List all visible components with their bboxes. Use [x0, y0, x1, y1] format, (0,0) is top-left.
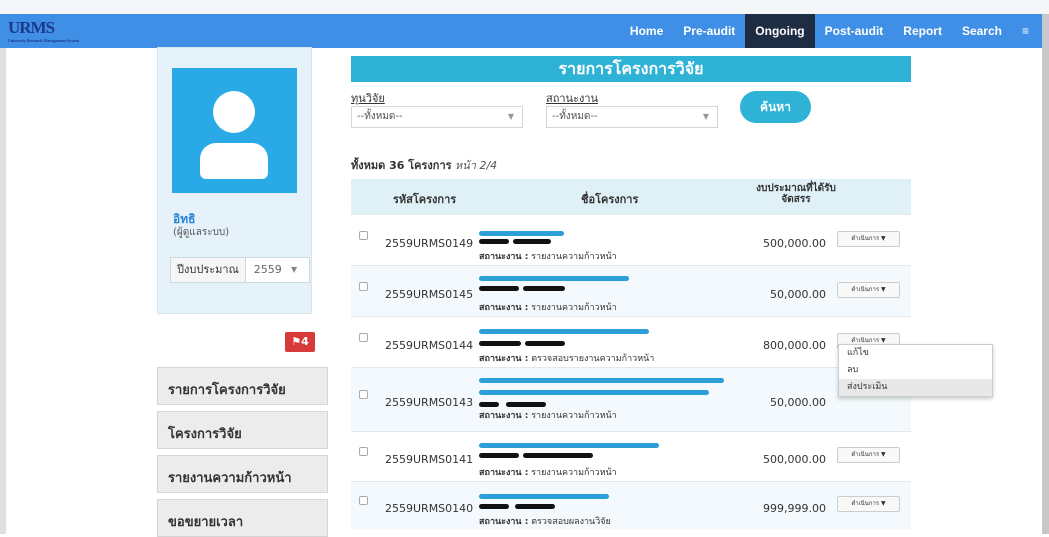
- redacted-text: [506, 402, 546, 407]
- project-budget: 50,000.00: [770, 288, 826, 301]
- table-header: รหัสโครงการ ชื่อโครงการ งบประมาณที่ได้รั…: [351, 179, 911, 214]
- project-status: สถานะงาน : รายงานความก้าวหน้า: [479, 468, 617, 478]
- nav-home[interactable]: Home: [620, 14, 673, 48]
- redacted-text: [479, 453, 519, 458]
- search-button[interactable]: ค้นหา: [740, 91, 811, 123]
- fiscal-year-select[interactable]: ปีงบประมาณ 2559 ▼: [170, 257, 310, 283]
- project-budget: 50,000.00: [770, 396, 826, 409]
- scrollbar[interactable]: [1042, 14, 1049, 534]
- header-code: รหัสโครงการ: [393, 193, 457, 206]
- project-budget: 500,000.00: [763, 237, 826, 250]
- project-status: สถานะงาน : รายงานความก้าวหน้า: [479, 252, 617, 262]
- nav-post-audit[interactable]: Post-audit: [815, 14, 894, 48]
- table-row: 2559URMS0143 สถานะงาน : รายงานความก้าวหน้…: [351, 367, 911, 431]
- project-link[interactable]: [479, 276, 629, 281]
- table-row: 2559URMS0149 สถานะงาน : รายงานความก้าวหน้…: [351, 214, 911, 265]
- action-button[interactable]: ดำเนินการ ▼: [837, 496, 900, 512]
- redacted-text: [513, 239, 551, 244]
- table-row: 2559URMS0141 สถานะงาน : รายงานความก้าวหน้…: [351, 431, 911, 481]
- status-label: สถานะงาน: [546, 92, 599, 105]
- dropdown-delete[interactable]: ลบ: [839, 362, 992, 379]
- project-code: 2559URMS0145: [385, 288, 474, 301]
- row-checkbox[interactable]: [359, 390, 368, 399]
- header-budget: งบประมาณที่ได้รับจัดสรร: [756, 183, 836, 205]
- dropdown-edit[interactable]: แก้ไข: [839, 345, 992, 362]
- notification-badge[interactable]: ⚑4: [285, 332, 315, 352]
- action-dropdown: แก้ไข ลบ ส่งประเมิน: [838, 344, 993, 397]
- nav-search[interactable]: Search: [952, 14, 1012, 48]
- fund-select[interactable]: --ทั้งหมด-- ▼: [351, 106, 523, 128]
- project-budget: 800,000.00: [763, 339, 826, 352]
- chevron-down-icon: ▼: [507, 112, 514, 121]
- dropdown-submit-evaluation[interactable]: ส่งประเมิน: [839, 379, 992, 396]
- project-status: สถานะงาน : ตรวจสอบผลงานวิจัย: [479, 517, 611, 527]
- table-row: 2559URMS0140 สถานะงาน : ตรวจสอบผลงานวิจัย…: [351, 481, 911, 529]
- nav-ongoing[interactable]: Ongoing: [745, 14, 815, 48]
- fiscal-year-value: 2559: [253, 263, 282, 276]
- redacted-text: [479, 341, 521, 346]
- chevron-down-icon: ▼: [291, 265, 298, 274]
- project-link[interactable]: [479, 329, 649, 334]
- project-link[interactable]: [479, 494, 609, 499]
- action-button[interactable]: ดำเนินการ ▼: [837, 282, 900, 298]
- redacted-text: [525, 341, 565, 346]
- sidebar-item-progress-report[interactable]: รายงานความก้าวหน้า: [157, 455, 328, 493]
- project-code: 2559URMS0141: [385, 453, 474, 466]
- project-status: สถานะงาน : รายงานความก้าวหน้า: [479, 303, 617, 313]
- redacted-text: [479, 402, 499, 407]
- project-code: 2559URMS0144: [385, 339, 474, 352]
- project-link[interactable]: [479, 231, 564, 236]
- nav-report[interactable]: Report: [893, 14, 952, 48]
- redacted-text: [523, 453, 593, 458]
- status-select[interactable]: --ทั้งหมด-- ▼: [546, 106, 718, 128]
- redacted-text: [515, 504, 555, 509]
- action-button[interactable]: ดำเนินการ ▼: [837, 447, 900, 463]
- header-name: ชื่อโครงการ: [581, 193, 639, 206]
- row-checkbox[interactable]: [359, 282, 368, 291]
- row-checkbox[interactable]: [359, 231, 368, 240]
- redacted-text: [479, 286, 519, 291]
- row-checkbox[interactable]: [359, 496, 368, 505]
- redacted-text: [479, 504, 509, 509]
- sidebar-item-projects[interactable]: โครงการวิจัย: [157, 411, 328, 449]
- result-summary: ทั้งหมด 36 โครงการ หน้า 2/4: [351, 159, 498, 172]
- left-shade: [0, 48, 6, 534]
- avatar: [172, 68, 297, 193]
- project-status: สถานะงาน : ตรวจสอบรายงานความก้าวหน้า: [479, 354, 655, 364]
- project-code: 2559URMS0143: [385, 396, 474, 409]
- project-code: 2559URMS0140: [385, 502, 474, 515]
- project-status: สถานะงาน : รายงานความก้าวหน้า: [479, 411, 617, 421]
- hamburger-icon[interactable]: ≡: [1012, 14, 1039, 48]
- project-link[interactable]: [479, 378, 724, 383]
- chevron-down-icon: ▼: [702, 112, 709, 121]
- nav-pre-audit[interactable]: Pre-audit: [673, 14, 745, 48]
- action-button[interactable]: ดำเนินการ ▼: [837, 231, 900, 247]
- app-logo[interactable]: URMS University Research Management Syste…: [8, 18, 79, 43]
- row-checkbox[interactable]: [359, 333, 368, 342]
- project-code: 2559URMS0149: [385, 237, 474, 250]
- main-nav: Home Pre-audit Ongoing Post-audit Report…: [620, 14, 1039, 48]
- project-budget: 500,000.00: [763, 453, 826, 466]
- page-title: รายการโครงการวิจัย: [351, 56, 911, 82]
- fund-label: ทุนวิจัย: [351, 92, 385, 105]
- project-budget: 999,999.00: [763, 502, 826, 515]
- user-role: (ผู้ดูแลระบบ): [173, 227, 230, 238]
- sidebar-item-project-list[interactable]: รายการโครงการวิจัย: [157, 367, 328, 405]
- redacted-text: [479, 239, 509, 244]
- redacted-text: [523, 286, 565, 291]
- table-row: 2559URMS0145 สถานะงาน : รายงานความก้าวหน้…: [351, 265, 911, 316]
- project-link[interactable]: [479, 443, 659, 448]
- table-row: 2559URMS0144 สถานะงาน : ตรวจสอบรายงานความ…: [351, 316, 911, 367]
- fiscal-year-label: ปีงบประมาณ: [171, 258, 246, 282]
- sidebar-item-extend-time[interactable]: ขอขยายเวลา: [157, 499, 328, 537]
- notification-count: 4: [301, 335, 309, 348]
- row-checkbox[interactable]: [359, 447, 368, 456]
- project-link[interactable]: [479, 390, 709, 395]
